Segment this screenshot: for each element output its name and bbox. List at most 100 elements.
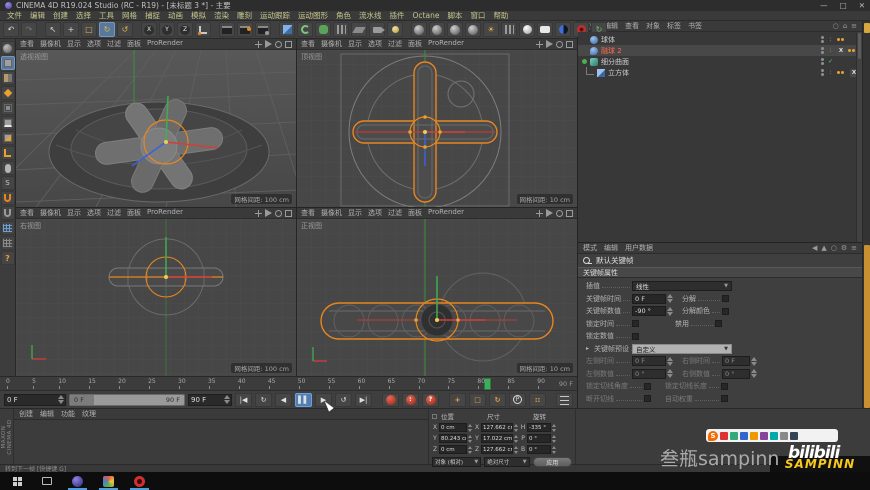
move-tool-button[interactable]: + (63, 22, 79, 37)
key-time-field[interactable]: 0 F (632, 293, 666, 304)
generator-enabled-dot[interactable] (582, 59, 587, 64)
lock-time-checkbox[interactable] (632, 320, 639, 327)
lock-tangent-angle-checkbox[interactable] (644, 382, 651, 390)
autokeying-button[interactable]: : (402, 392, 419, 407)
layout-tab[interactable] (863, 23, 870, 33)
stepper-icon[interactable] (666, 356, 673, 366)
taskbar-app-cinema4d[interactable] (63, 472, 92, 490)
phong-tag-icon[interactable] (837, 71, 847, 74)
menu-item[interactable]: 选择 (76, 10, 91, 21)
viewport-menu-item[interactable]: 摄像机 (40, 39, 61, 49)
input-method-bar[interactable]: S (706, 429, 838, 442)
am-menu-item[interactable]: 编辑 (604, 243, 618, 253)
lock-z-axis-button[interactable]: Z (177, 22, 193, 37)
viewport-menu-item[interactable]: 显示 (348, 208, 362, 218)
viewport-menu-item[interactable]: 过滤 (388, 208, 402, 218)
viewport-menu-item[interactable]: 过滤 (107, 39, 121, 49)
snap-settings-button[interactable] (0, 206, 15, 220)
expand-arrow-icon[interactable]: ▸ (586, 345, 594, 352)
background-button[interactable] (537, 22, 553, 37)
viewport-menu-item[interactable]: ProRender (428, 39, 464, 49)
search-icon[interactable]: ○ (831, 244, 837, 252)
lock-y-axis-button[interactable]: Y (159, 22, 175, 37)
record-parameter-toggle[interactable]: P (509, 392, 526, 407)
stepper-icon[interactable] (468, 445, 473, 454)
position-x-field[interactable]: 0 cm (439, 423, 467, 432)
dolly-view-icon[interactable] (546, 209, 553, 217)
sun-shading-button[interactable]: ☀ (483, 22, 499, 37)
gear-icon[interactable]: ⚙ (841, 244, 847, 252)
auto-weight-checkbox[interactable] (721, 395, 728, 402)
menu-item[interactable]: 文件 (7, 10, 22, 21)
object-row-sphere[interactable]: 球体 : (578, 34, 862, 45)
texture-mode-button[interactable] (0, 71, 15, 85)
viewport-menu-item[interactable]: ProRender (147, 39, 183, 49)
right-canvas[interactable]: 右视图 网格间距: 100 cm (16, 219, 296, 376)
lock-x-axis-button[interactable]: X (141, 22, 157, 37)
om-menu-item[interactable]: 标签 (667, 21, 681, 31)
dolly-view-icon[interactable] (265, 40, 272, 48)
visibility-dots[interactable] (821, 36, 825, 43)
record-pla-toggle[interactable]: :: (529, 392, 546, 407)
enable-state[interactable]: : (827, 36, 834, 43)
orbit-view-icon[interactable] (556, 40, 563, 48)
add-floor-button[interactable] (351, 22, 367, 37)
orbit-view-icon[interactable] (275, 209, 282, 217)
go-to-end-button[interactable]: ▶| (355, 392, 372, 407)
environment-button[interactable] (555, 22, 571, 37)
stepper-icon[interactable] (666, 306, 673, 316)
maximize-view-icon[interactable] (566, 209, 573, 217)
add-subdivision-surface-button[interactable] (315, 22, 331, 37)
maximize-view-icon[interactable] (285, 209, 292, 217)
visibility-dots[interactable] (821, 58, 825, 65)
orbit-view-icon[interactable] (556, 209, 563, 217)
stepper-icon[interactable] (223, 395, 230, 404)
stepper-icon[interactable] (750, 356, 757, 366)
close-button[interactable]: ✕ (859, 1, 865, 10)
front-canvas[interactable]: 正视图 网格间距: 10 cm (297, 219, 577, 376)
list-icon[interactable]: ≡ (851, 244, 857, 252)
pan-view-icon[interactable] (536, 40, 543, 48)
perspective-canvas[interactable]: 透视视图 网格间距: 100 cm (16, 50, 296, 207)
menu-item[interactable]: 角色 (336, 10, 351, 21)
viewport-menu-item[interactable]: 过滤 (388, 39, 402, 49)
start-button[interactable] (4, 472, 31, 490)
object-row-subdivision[interactable]: 细分曲面 ✓ (578, 56, 862, 67)
menu-item[interactable]: 网格 (122, 10, 137, 21)
timeline-playhead[interactable] (484, 377, 491, 390)
menu-item[interactable]: 动画 (168, 10, 183, 21)
undo-button[interactable]: ↶ (3, 22, 19, 37)
preview-range-slider[interactable]: 0 F 90 F (69, 393, 185, 406)
home-icon[interactable]: ⌂ (843, 22, 847, 30)
material-preset-2[interactable] (429, 22, 445, 37)
material-menu-item[interactable]: 功能 (61, 409, 75, 419)
visibility-dots[interactable] (821, 69, 825, 76)
live-selection-button[interactable]: ↖ (45, 22, 61, 37)
stepper-icon[interactable] (666, 369, 673, 378)
position-z-field[interactable]: 0 cm (439, 445, 467, 454)
render-view-button[interactable] (219, 22, 235, 37)
viewport-menu-item[interactable]: 过滤 (107, 208, 121, 218)
maximize-button[interactable]: □ (840, 1, 847, 10)
menu-item[interactable]: 窗口 (470, 10, 485, 21)
menu-item[interactable]: 渲染 (214, 10, 229, 21)
rotation-b-field[interactable]: 0 ° (527, 445, 551, 454)
white-sphere-button[interactable] (519, 22, 535, 37)
stepper-icon[interactable] (468, 423, 473, 432)
menu-item[interactable]: 插件 (390, 10, 405, 21)
menu-item[interactable]: 帮助 (493, 10, 508, 21)
add-spline-button[interactable] (297, 22, 313, 37)
viewport-menu-item[interactable]: 显示 (67, 208, 81, 218)
edges-mode-button[interactable] (0, 116, 15, 130)
viewport-menu-item[interactable]: 摄像机 (321, 208, 342, 218)
pause-button[interactable]: ▌▌ (295, 392, 312, 407)
maximize-view-icon[interactable] (285, 40, 292, 48)
help-button[interactable]: ? (0, 251, 15, 265)
next-key-button[interactable]: ↺ (335, 392, 352, 407)
stepper-icon[interactable] (514, 434, 519, 443)
viewport-menu-item[interactable]: 选项 (87, 208, 101, 218)
size-z-field[interactable]: 127.662 cm (481, 445, 513, 454)
viewport-menu-item[interactable]: 查看 (20, 208, 34, 218)
add-array-button[interactable] (333, 22, 349, 37)
viewport-menu-item[interactable]: 面板 (127, 208, 141, 218)
